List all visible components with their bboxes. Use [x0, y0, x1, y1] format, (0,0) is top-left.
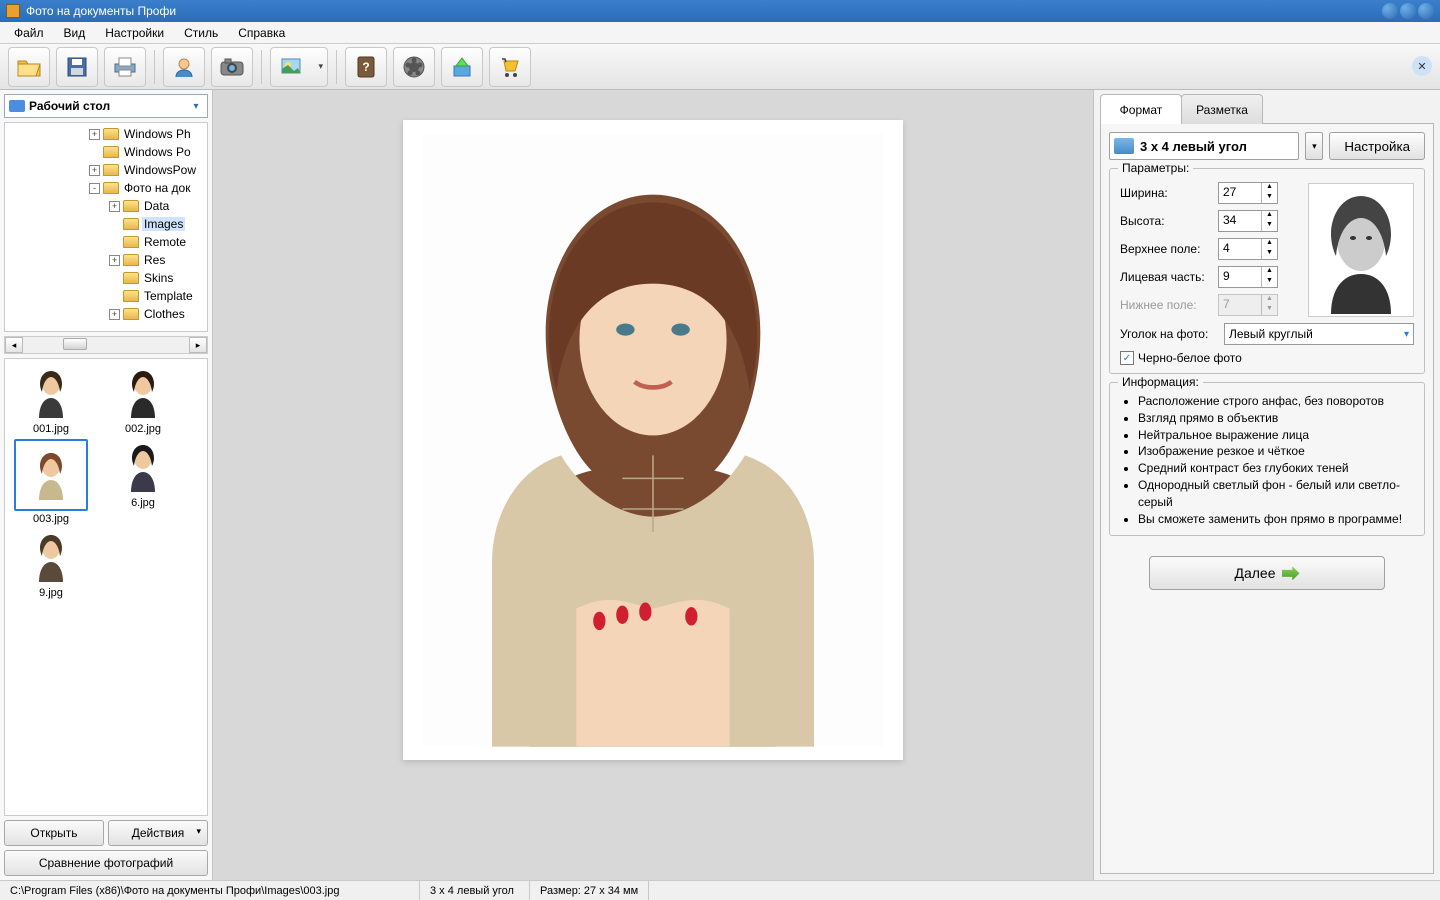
info-item: Средний контраст без глубоких теней	[1138, 460, 1414, 477]
info-item: Изображение резкое и чёткое	[1138, 443, 1414, 460]
tab-format[interactable]: Формат	[1100, 94, 1182, 124]
info-item: Расположение строго анфас, без поворотов	[1138, 393, 1414, 410]
tree-item[interactable]: +Clothes	[5, 305, 207, 323]
menubar: Файл Вид Настройки Стиль Справка	[0, 22, 1440, 44]
open-folder-button[interactable]	[8, 47, 50, 87]
tree-scrollbar[interactable]: ◂ ▸	[4, 336, 208, 354]
face-detect-button[interactable]	[163, 47, 205, 87]
bw-checkbox[interactable]: ✓	[1120, 351, 1134, 365]
top-margin-spinner[interactable]: 4▲▼	[1218, 238, 1278, 260]
thumbnail[interactable]: 6.jpg	[103, 439, 183, 525]
height-spinner[interactable]: 34▲▼	[1218, 210, 1278, 232]
format-icon	[1114, 138, 1134, 154]
tree-item[interactable]: Skins	[5, 269, 207, 287]
status-format: 3 x 4 левый угол	[420, 881, 530, 900]
thumbnail-grid: 001.jpg002.jpg003.jpg6.jpg9.jpg	[4, 358, 208, 816]
info-list: Расположение строго анфас, без поворотов…	[1120, 393, 1414, 527]
video-tutorial-button[interactable]	[393, 47, 435, 87]
format-text: 3 x 4 левый угол	[1140, 139, 1294, 154]
params-title: Параметры:	[1118, 161, 1193, 175]
effects-dropdown[interactable]	[270, 47, 328, 87]
print-button[interactable]	[104, 47, 146, 87]
compare-button[interactable]: Сравнение фотографий	[4, 850, 208, 876]
next-button[interactable]: Далее	[1149, 556, 1385, 590]
width-label: Ширина:	[1120, 186, 1218, 200]
thumbnail[interactable]: 9.jpg	[11, 529, 91, 599]
title-text: Фото на документы Профи	[26, 4, 1382, 18]
minimize-button[interactable]	[1382, 3, 1398, 19]
thumbnail[interactable]: 003.jpg	[11, 439, 91, 525]
status-path: C:\Program Files (x86)\Фото на документы…	[0, 881, 420, 900]
tab-markup[interactable]: Разметка	[1181, 94, 1263, 124]
format-combo[interactable]: 3 x 4 левый угол	[1109, 132, 1299, 160]
info-item: Взгляд прямо в объектив	[1138, 410, 1414, 427]
desktop-icon	[9, 100, 25, 112]
scroll-thumb[interactable]	[63, 338, 87, 350]
tree-item[interactable]: -Фото на док	[5, 179, 207, 197]
cart-button[interactable]	[489, 47, 531, 87]
corner-label: Уголок на фото:	[1120, 327, 1218, 341]
bw-label: Черно-белое фото	[1138, 351, 1242, 365]
menu-style[interactable]: Стиль	[174, 23, 228, 43]
maximize-button[interactable]	[1400, 3, 1416, 19]
height-label: Высота:	[1120, 214, 1218, 228]
dropdown-icon[interactable]: ▾	[189, 101, 203, 112]
tree-item[interactable]: +Windows Ph	[5, 125, 207, 143]
info-item: Нейтральное выражение лица	[1138, 427, 1414, 444]
menu-help[interactable]: Справка	[228, 23, 295, 43]
close-button[interactable]	[1418, 3, 1434, 19]
configure-button[interactable]: Настройка	[1329, 132, 1425, 160]
thumbnail[interactable]: 002.jpg	[103, 365, 183, 435]
save-button[interactable]	[56, 47, 98, 87]
arrow-right-icon	[1282, 566, 1300, 580]
info-title: Информация:	[1118, 375, 1203, 389]
close-pane-button[interactable]: ✕	[1412, 56, 1432, 76]
statusbar: C:\Program Files (x86)\Фото на документы…	[0, 880, 1440, 900]
location-text: Рабочий стол	[29, 99, 189, 113]
preview-photo	[1308, 183, 1414, 317]
canvas	[213, 90, 1094, 880]
corner-combo[interactable]: Левый круглый▾	[1224, 323, 1414, 345]
menu-settings[interactable]: Настройки	[95, 23, 174, 43]
scroll-left-button[interactable]: ◂	[5, 337, 23, 353]
top-margin-label: Верхнее поле:	[1120, 242, 1218, 256]
thumbnail[interactable]: 001.jpg	[11, 365, 91, 435]
tree-item[interactable]: Windows Po	[5, 143, 207, 161]
open-button[interactable]: Открыть	[4, 820, 104, 846]
info-item: Однородный светлый фон - белый или светл…	[1138, 477, 1414, 511]
menu-view[interactable]: Вид	[54, 23, 96, 43]
bottom-margin-label: Нижнее поле:	[1120, 298, 1218, 312]
tree-item[interactable]: Images	[5, 215, 207, 233]
menu-file[interactable]: Файл	[4, 23, 54, 43]
format-dropdown-button[interactable]: ▾	[1305, 132, 1323, 160]
scroll-right-button[interactable]: ▸	[189, 337, 207, 353]
location-bar[interactable]: Рабочий стол ▾	[4, 94, 208, 118]
face-part-label: Лицевая часть:	[1120, 270, 1218, 284]
status-size: Размер: 27 x 34 мм	[530, 881, 649, 900]
tree-item[interactable]: +Data	[5, 197, 207, 215]
upgrade-button[interactable]	[441, 47, 483, 87]
tree-item[interactable]: +WindowsPow	[5, 161, 207, 179]
actions-button[interactable]: Действия	[108, 820, 208, 846]
sidebar: Рабочий стол ▾ +Windows PhWindows Po+Win…	[0, 90, 213, 880]
width-spinner[interactable]: 27▲▼	[1218, 182, 1278, 204]
svg-text:?: ?	[362, 60, 369, 74]
app-icon	[6, 4, 20, 18]
titlebar: Фото на документы Профи	[0, 0, 1440, 22]
bottom-margin-spinner: 7▲▼	[1218, 294, 1278, 316]
info-item: Вы сможете заменить фон прямо в программ…	[1138, 511, 1414, 528]
folder-tree[interactable]: +Windows PhWindows Po+WindowsPow-Фото на…	[4, 122, 208, 332]
camera-button[interactable]	[211, 47, 253, 87]
main-photo	[403, 120, 903, 760]
help-button[interactable]: ?	[345, 47, 387, 87]
right-panel: Формат Разметка 3 x 4 левый угол ▾ Настр…	[1094, 90, 1440, 880]
toolbar: ? ✕	[0, 44, 1440, 90]
tree-item[interactable]: +Res	[5, 251, 207, 269]
face-part-spinner[interactable]: 9▲▼	[1218, 266, 1278, 288]
tree-item[interactable]: Template	[5, 287, 207, 305]
tree-item[interactable]: Remote	[5, 233, 207, 251]
